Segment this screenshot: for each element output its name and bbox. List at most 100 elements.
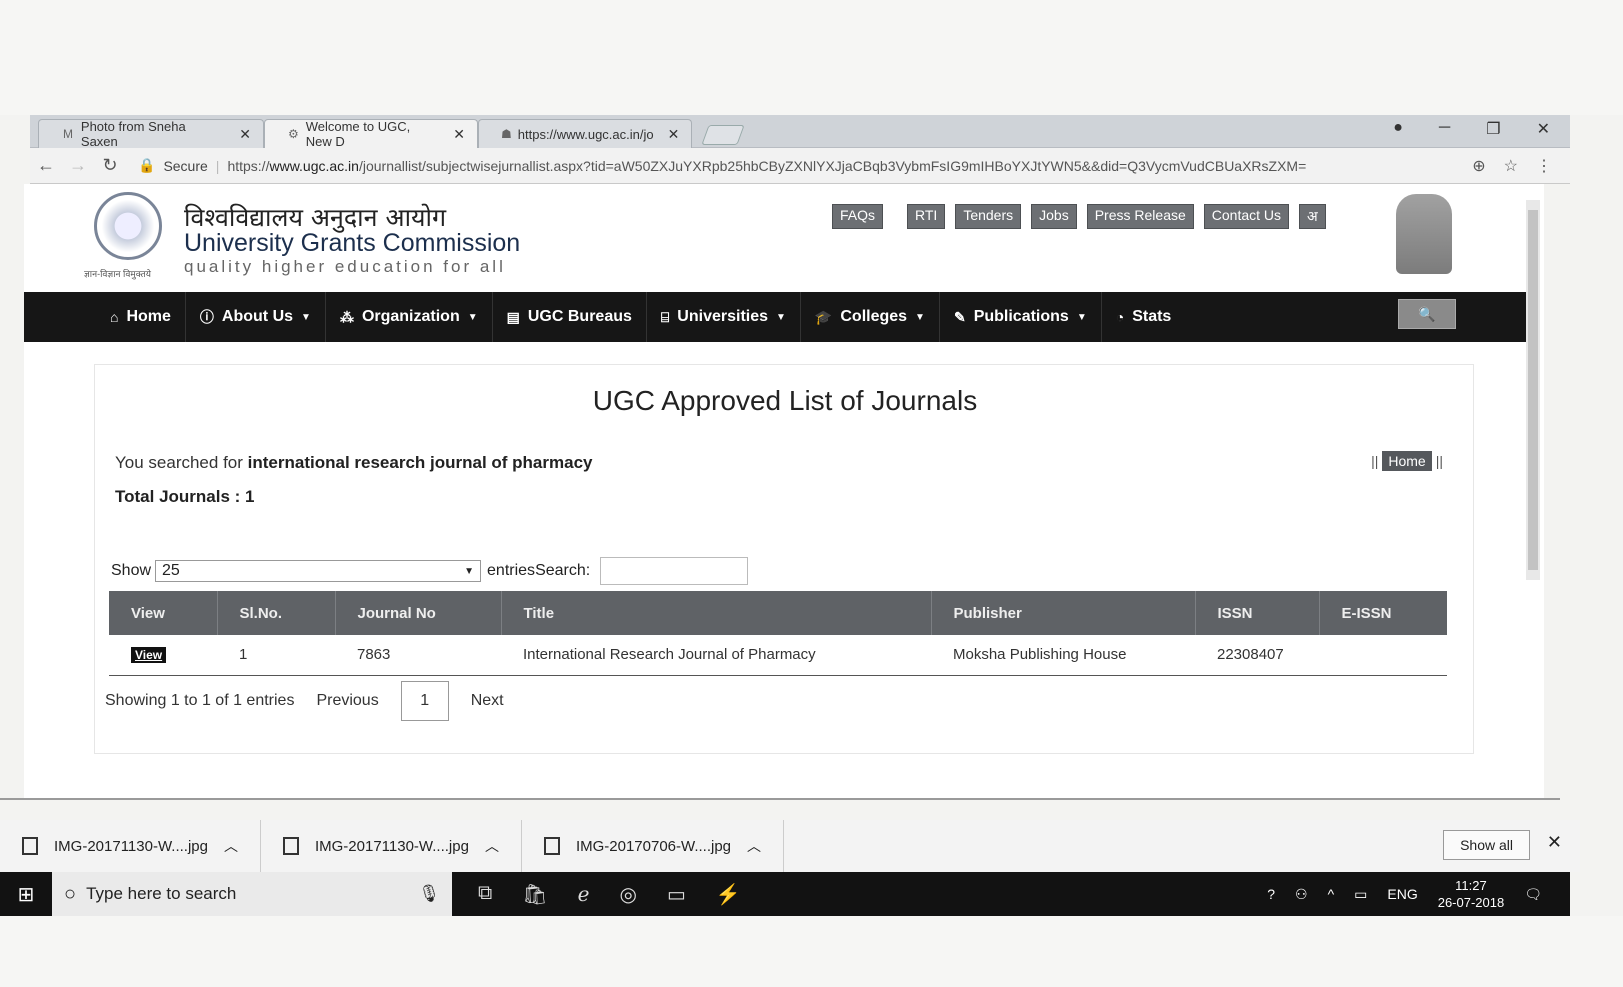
notification-icon[interactable]: 🗨 — [1524, 886, 1542, 903]
edge-icon[interactable]: ℯ — [578, 882, 590, 907]
language-indicator[interactable]: ENG — [1387, 886, 1417, 902]
table-controls: Show 25 ▼ entries Search: — [111, 557, 749, 585]
search-summary: You searched for international research … — [115, 453, 593, 472]
close-icon[interactable]: ✕ — [239, 126, 251, 143]
nav-publications[interactable]: ✎ Publications ▼ — [940, 292, 1102, 342]
entries-select[interactable]: 25 ▼ — [155, 560, 482, 582]
people-icon[interactable]: ⚇ — [1295, 886, 1308, 903]
back-icon[interactable]: ← — [30, 155, 62, 176]
nav-organization[interactable]: ⁂ Organization ▼ — [326, 292, 493, 342]
store-icon[interactable]: 🛍 — [522, 882, 547, 907]
acrobat-icon[interactable]: ⚡ — [716, 882, 741, 907]
home-button[interactable]: Home — [1382, 451, 1432, 471]
paper-margin-bottom — [0, 916, 1623, 987]
windows-taskbar: ⊞ ○ Type here to search 🎙 ⧉ 🛍 ℯ ◎ ▭ ⚡ ? … — [0, 872, 1570, 916]
clock[interactable]: 11:27 26-07-2018 — [1438, 877, 1505, 911]
scrollbar-thumb[interactable] — [1528, 210, 1538, 570]
nav-universities[interactable]: ⌸ Universities ▼ — [647, 292, 801, 342]
chevron-up-icon[interactable]: ︿ — [747, 836, 761, 856]
battery-icon: ▭ — [1354, 885, 1368, 902]
nav-about-us[interactable]: ⓘ About Us ▼ — [186, 292, 326, 342]
table-row: View 1 7863 International Research Journ… — [109, 635, 1447, 676]
graduation-cap-icon: 🎓 — [814, 308, 833, 325]
chevron-up-icon[interactable]: ^ — [1328, 886, 1335, 902]
col-title[interactable]: Title — [501, 591, 932, 635]
nav-stats[interactable]: ◔ Stats — [1102, 292, 1186, 342]
cell-journal-no: 7863 — [335, 635, 501, 676]
previous-button[interactable]: Previous — [316, 692, 378, 710]
caret-down-icon: ▼ — [915, 311, 925, 323]
close-window-icon[interactable]: ✕ — [1537, 119, 1550, 139]
col-view[interactable]: View — [109, 591, 218, 635]
page-viewport: ज्ञान-विज्ञान विमुक्तये विश्वविद्यालय अन… — [24, 184, 1544, 799]
close-icon[interactable]: ✕ — [453, 126, 465, 143]
taskbar-search[interactable]: ○ Type here to search 🎙 — [52, 872, 452, 916]
tab-gmail[interactable]: M Photo from Sneha Saxen ✕ — [38, 119, 264, 149]
col-publisher[interactable]: Publisher — [931, 591, 1196, 635]
caret-down-icon: ▼ — [776, 311, 786, 323]
windows-start-icon[interactable]: ⊞ — [0, 882, 52, 907]
page-icon: ☗ — [501, 127, 512, 141]
minimize-icon[interactable]: ─ — [1439, 119, 1450, 139]
menu-dots-icon[interactable]: ⋮ — [1536, 156, 1552, 176]
cell-issn: 22308407 — [1195, 635, 1319, 676]
tab-label: Welcome to UGC, New D — [305, 119, 411, 149]
caret-down-icon: ▼ — [467, 311, 478, 323]
next-button[interactable]: Next — [471, 692, 504, 710]
table-search-input[interactable] — [600, 557, 749, 585]
nav-home[interactable]: ⌂ Home — [96, 292, 186, 342]
rti-link[interactable]: RTI — [907, 204, 946, 229]
col-eissn[interactable]: E-ISSN — [1319, 591, 1447, 635]
new-tab-button[interactable] — [701, 125, 745, 145]
dropdown-arrow-icon: ▼ — [464, 565, 475, 577]
zoom-icon[interactable]: ⊕ — [1472, 156, 1485, 176]
show-all-button[interactable]: Show all — [1443, 830, 1530, 860]
close-icon[interactable]: ✕ — [1547, 832, 1562, 853]
contact-us-link[interactable]: Contact Us — [1203, 204, 1290, 229]
download-item[interactable]: IMG-20171130-W....jpg ︿ — [261, 820, 522, 872]
window-controls: ● ─ ❐ ✕ — [1393, 119, 1550, 139]
restore-icon[interactable]: ❐ — [1486, 119, 1500, 139]
download-item[interactable]: IMG-20171130-W....jpg ︿ — [0, 820, 261, 872]
faqs-link[interactable]: FAQs — [832, 204, 884, 229]
cell-publisher: Moksha Publishing House — [931, 635, 1195, 676]
nav-colleges[interactable]: 🎓 Colleges ▼ — [801, 292, 940, 342]
close-icon[interactable]: ✕ — [668, 126, 680, 143]
book-icon: ▤ — [506, 308, 520, 325]
caret-down-icon: ▼ — [1076, 311, 1087, 323]
star-icon[interactable]: ☆ — [1504, 156, 1518, 176]
press-release-link[interactable]: Press Release — [1086, 204, 1194, 229]
profile-icon[interactable]: ● — [1393, 119, 1403, 139]
tab-ugc[interactable]: ⚙ Welcome to UGC, New D ✕ — [264, 119, 478, 149]
task-view-icon[interactable]: ⧉ — [478, 882, 492, 907]
forward-icon[interactable]: → — [62, 155, 94, 176]
divider: | — [215, 157, 220, 174]
image-file-icon — [282, 837, 299, 855]
tenders-link[interactable]: Tenders — [955, 204, 1022, 229]
home-breadcrumb: || Home || — [1371, 451, 1443, 471]
url-omnibox[interactable]: 🔒 Secure | https://www.ugc.ac.in/journal… — [138, 153, 1472, 179]
tab-journal[interactable]: ☗ https://www.ugc.ac.in/jo ✕ — [478, 119, 692, 148]
col-slno[interactable]: Sl.No. — [217, 591, 336, 635]
reload-icon[interactable]: ↻ — [94, 155, 126, 176]
jobs-link[interactable]: Jobs — [1031, 204, 1077, 229]
chrome-icon[interactable]: ◎ — [620, 882, 637, 907]
microphone-icon[interactable]: 🎙 — [418, 884, 440, 904]
file-explorer-icon[interactable]: ▭ — [667, 882, 686, 907]
top-links: FAQs RTI Tenders Jobs Press Release Cont… — [832, 204, 1326, 229]
show-label: Show — [111, 562, 152, 579]
chevron-up-icon[interactable]: ︿ — [485, 836, 499, 856]
col-issn[interactable]: ISSN — [1195, 591, 1320, 635]
view-button[interactable]: View — [131, 647, 167, 664]
page-1-button[interactable]: 1 — [400, 681, 449, 721]
download-item[interactable]: IMG-20170706-W....jpg ︿ — [522, 820, 785, 872]
ugc-logo[interactable] — [94, 192, 162, 260]
help-icon[interactable]: ? — [1267, 886, 1275, 902]
site-search-button[interactable]: 🔍 — [1398, 299, 1456, 329]
chevron-up-icon[interactable]: ︿ — [224, 836, 238, 856]
col-journal-no[interactable]: Journal No — [335, 591, 502, 635]
tab-label: Photo from Sneha Saxen — [80, 119, 186, 149]
page-scrollbar[interactable] — [1526, 200, 1540, 580]
hindi-toggle-link[interactable]: अ — [1299, 204, 1326, 229]
nav-ugc-bureaus[interactable]: ▤ UGC Bureaus — [493, 292, 647, 342]
